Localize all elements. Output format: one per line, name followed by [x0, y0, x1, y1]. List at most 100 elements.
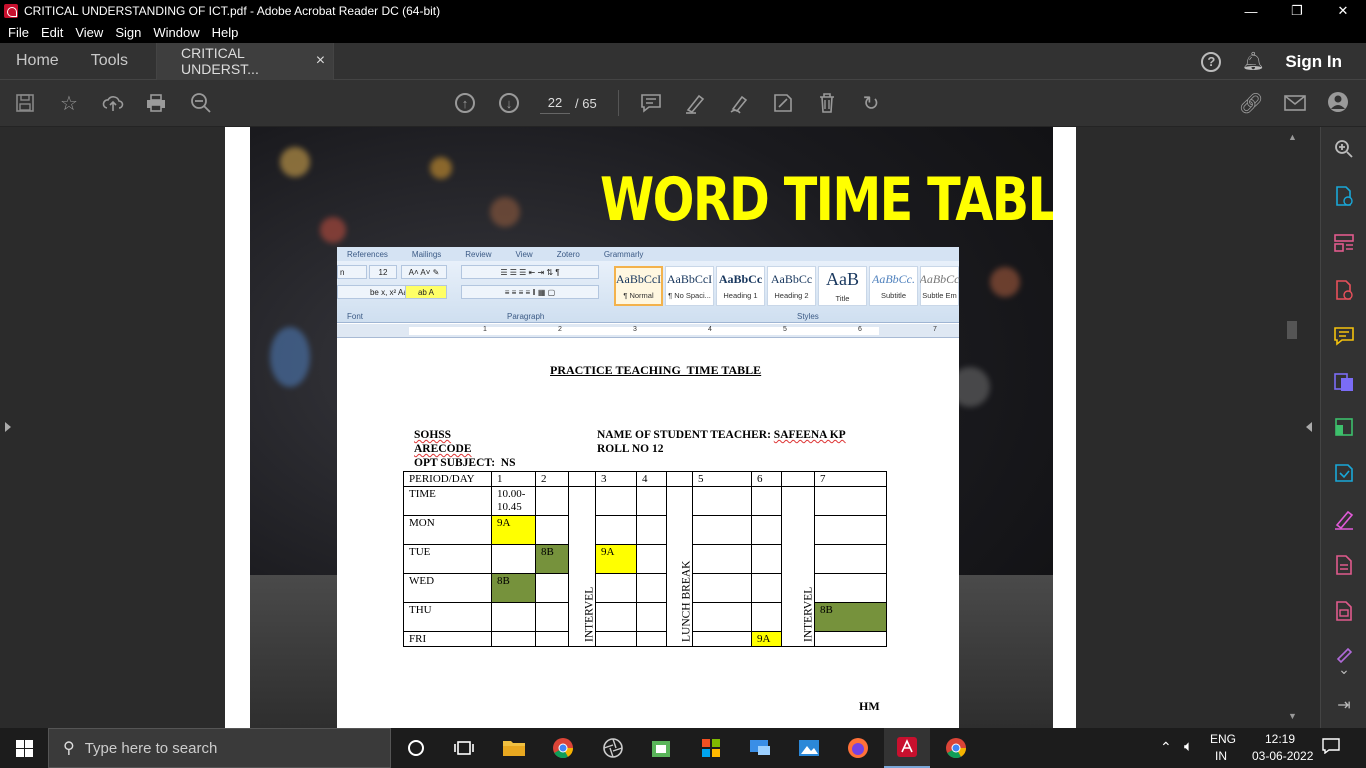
- table-cell: THU: [403, 602, 492, 632]
- link-icon[interactable]: 🔗︎: [1238, 91, 1263, 115]
- table-cell: [535, 486, 569, 516]
- previous-page-icon[interactable]: ↑: [455, 93, 475, 113]
- clock-time[interactable]: 12:19: [1265, 732, 1295, 746]
- right-pane-toggle[interactable]: [1300, 127, 1320, 728]
- menu-edit[interactable]: Edit: [41, 25, 63, 40]
- combine-files-icon[interactable]: [1332, 370, 1356, 394]
- comment-tool-icon[interactable]: [1332, 324, 1356, 348]
- scroll-thumb[interactable]: [1287, 321, 1297, 339]
- fill-sign-tool-icon[interactable]: [1332, 507, 1356, 531]
- chrome-icon-2[interactable]: [944, 736, 968, 760]
- cortana-icon[interactable]: [404, 736, 428, 760]
- comment-icon[interactable]: [639, 91, 663, 115]
- zoom-out-icon[interactable]: [189, 91, 213, 115]
- table-cell: [751, 602, 782, 632]
- table-cell: [751, 573, 782, 603]
- menu-view[interactable]: View: [75, 25, 103, 40]
- page-number-input[interactable]: 22: [540, 92, 570, 114]
- ribbon-tab: Zotero: [556, 249, 580, 259]
- chrome-icon[interactable]: [551, 736, 575, 760]
- upload-cloud-icon[interactable]: [101, 91, 125, 115]
- save-icon[interactable]: [13, 91, 37, 115]
- table-cell: [666, 471, 693, 487]
- table-cell: [491, 602, 536, 632]
- style-normal: AaBbCcI ¶ Normal: [614, 266, 663, 306]
- school-name: SOHSS: [414, 429, 452, 441]
- scroll-down-icon[interactable]: ▼: [1288, 711, 1297, 721]
- taskbar-search-box[interactable]: ⚲ Type here to search: [48, 728, 391, 768]
- menu-file[interactable]: File: [8, 25, 29, 40]
- tab-close-icon[interactable]: ×: [316, 52, 325, 70]
- grow-shrink-font-icon: A˄ A˅ ✎: [401, 265, 447, 279]
- minimize-button[interactable]: —: [1228, 0, 1274, 22]
- font-name-box: n: [337, 265, 367, 279]
- table-cell: [781, 471, 815, 487]
- highlight-pen-icon[interactable]: [683, 91, 707, 115]
- bookmark-star-icon[interactable]: ☆: [57, 91, 81, 115]
- share-user-icon[interactable]: [1327, 91, 1351, 115]
- file-explorer-icon[interactable]: [502, 736, 526, 760]
- language-bottom[interactable]: IN: [1215, 749, 1227, 763]
- notification-center-icon[interactable]: [1322, 738, 1340, 758]
- table-cell: 8B: [491, 573, 536, 603]
- task-view-icon[interactable]: [452, 736, 476, 760]
- clock-date[interactable]: 03-06-2022: [1252, 749, 1313, 763]
- left-pane-toggle[interactable]: [0, 127, 18, 728]
- compress-pdf-icon[interactable]: [1332, 415, 1356, 439]
- hm-signature-label: HM: [859, 699, 880, 713]
- sign-in-button[interactable]: Sign In: [1285, 52, 1342, 72]
- menu-help[interactable]: Help: [212, 25, 239, 40]
- vertical-scrollbar[interactable]: ▲ ▼: [1284, 127, 1300, 728]
- table-header-row: PERIOD/DAY 1 2 3 4 5 6 7: [403, 471, 887, 487]
- ms-store-icon[interactable]: [699, 736, 723, 760]
- table-cell: 10.00-10.45: [491, 486, 536, 516]
- table-cell: [636, 486, 667, 516]
- interval-1-cell: INTERVEL: [568, 486, 596, 647]
- table-cell: [692, 544, 752, 574]
- android-app-icon[interactable]: [649, 736, 673, 760]
- redo-rotate-icon[interactable]: ↻: [859, 91, 883, 115]
- tab-document[interactable]: CRITICAL UNDERST... ×: [156, 42, 335, 80]
- scroll-up-icon[interactable]: ▲: [1288, 132, 1297, 142]
- next-page-icon[interactable]: ↓: [499, 93, 519, 113]
- zoom-tool-icon[interactable]: [1332, 137, 1356, 161]
- camera-app-icon[interactable]: [601, 736, 625, 760]
- draw-pen-icon[interactable]: [727, 91, 751, 115]
- volume-icon[interactable]: 🔈︎: [1184, 738, 1193, 755]
- window-controls: — ❐ ✕: [1228, 0, 1366, 22]
- table-cell: [751, 486, 782, 516]
- slide-title: WORD TIME TABLE: [600, 165, 1053, 235]
- show-hidden-icons-icon[interactable]: ⌃: [1160, 739, 1172, 756]
- email-icon[interactable]: [1283, 91, 1307, 115]
- prepare-form-icon[interactable]: [1332, 599, 1356, 623]
- collapse-tools-pane-icon[interactable]: ⇥: [1332, 693, 1356, 717]
- tab-home[interactable]: Home: [0, 43, 75, 80]
- organize-pages-icon[interactable]: [1332, 231, 1356, 255]
- help-icon[interactable]: ?: [1201, 51, 1222, 72]
- photos-app-icon[interactable]: [797, 736, 821, 760]
- remote-desktop-icon[interactable]: [748, 736, 772, 760]
- tab-tools[interactable]: Tools: [75, 43, 156, 80]
- menu-window[interactable]: Window: [153, 25, 199, 40]
- delete-icon[interactable]: [815, 91, 839, 115]
- language-top[interactable]: ENG: [1210, 732, 1236, 746]
- start-button[interactable]: [0, 728, 48, 768]
- notification-bell-icon[interactable]: 🔔︎: [1242, 51, 1265, 72]
- acrobat-taskbar-icon[interactable]: [884, 728, 930, 768]
- firefox-icon[interactable]: [846, 736, 870, 760]
- restore-button[interactable]: ❐: [1274, 0, 1320, 22]
- table-cell: 1: [491, 471, 536, 487]
- protect-pdf-icon[interactable]: [1332, 553, 1356, 577]
- menu-sign[interactable]: Sign: [115, 25, 141, 40]
- create-pdf-icon[interactable]: [1332, 278, 1356, 302]
- document-viewer[interactable]: WORD TIME TABLE References Mailings Revi…: [18, 127, 1284, 728]
- expand-tools-icon[interactable]: ⌄: [1332, 657, 1356, 681]
- toolbar-divider: [618, 90, 619, 116]
- print-icon[interactable]: [144, 91, 168, 115]
- fill-sign-icon[interactable]: [771, 91, 795, 115]
- list-indent-icons: ☰ ☰ ☰ ⇤ ⇥ ⇅ ¶: [461, 265, 599, 279]
- close-button[interactable]: ✕: [1320, 0, 1366, 22]
- export-pdf-icon[interactable]: [1332, 184, 1356, 208]
- table-cell: [636, 544, 667, 574]
- edit-pdf-icon[interactable]: [1332, 461, 1356, 485]
